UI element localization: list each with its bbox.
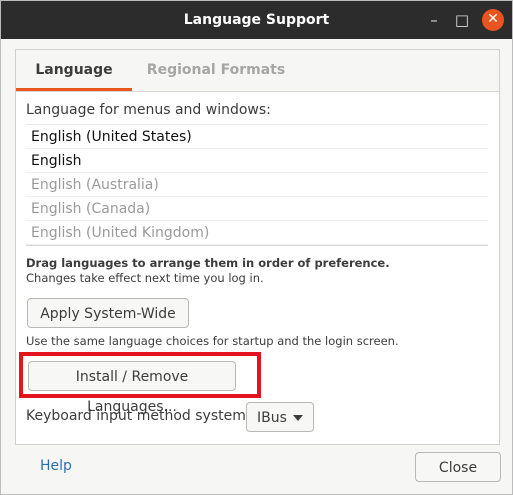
list-item[interactable]: English (United Kingdom): [26, 221, 488, 245]
tab-language[interactable]: Language: [16, 50, 132, 91]
minimize-icon[interactable]: –: [422, 8, 446, 32]
help-link[interactable]: Help: [40, 458, 72, 474]
login-hint: Changes take effect next time you log in…: [26, 271, 264, 285]
list-item[interactable]: English (United States): [26, 125, 488, 149]
close-icon[interactable]: ✕: [482, 9, 504, 31]
chevron-down-icon: [293, 415, 303, 421]
title-bar[interactable]: Language Support – □ ✕: [1, 1, 512, 39]
drag-hint: Drag languages to arrange them in order …: [26, 256, 390, 270]
install-remove-languages-button[interactable]: Install / Remove Languages...: [28, 361, 236, 415]
language-section-label: Language for menus and windows:: [26, 102, 271, 118]
tab-regional-formats[interactable]: Regional Formats: [146, 50, 286, 91]
list-item[interactable]: English: [26, 149, 488, 173]
language-support-window: Language Support – □ ✕ Language Regional…: [0, 0, 513, 495]
tab-bar: Language Regional Formats: [16, 50, 499, 92]
close-button[interactable]: Close: [415, 452, 501, 482]
list-item[interactable]: English (Australia): [26, 173, 488, 197]
list-item[interactable]: English (Canada): [26, 197, 488, 221]
language-list[interactable]: English (United States) English English …: [26, 124, 488, 246]
keyboard-input-label: Keyboard input method system:: [26, 408, 251, 424]
keyboard-input-value: IBus: [257, 410, 287, 426]
apply-note: Use the same language choices for startu…: [26, 334, 399, 348]
notebook: Language Regional Formats Language for m…: [15, 49, 500, 445]
keyboard-input-select[interactable]: IBus: [246, 402, 314, 432]
apply-system-wide-button[interactable]: Apply System-Wide: [27, 298, 189, 328]
maximize-icon[interactable]: □: [450, 8, 474, 32]
